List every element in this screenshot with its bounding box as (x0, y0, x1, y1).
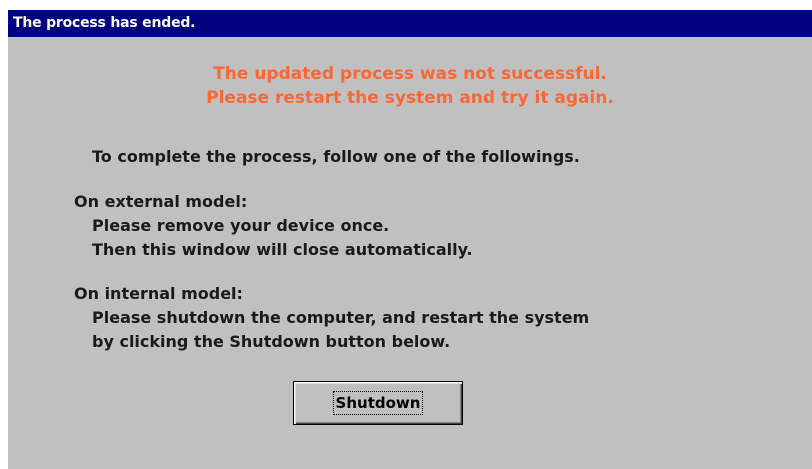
instruction-text: To complete the process, follow one of t… (92, 147, 580, 166)
shutdown-button-label: Shutdown (332, 391, 424, 415)
error-message-line-1: The updated process was not successful. (213, 64, 607, 84)
external-model-line-2: Then this window will close automaticall… (92, 240, 473, 259)
dialog-title-bar: The process has ended. (8, 10, 812, 37)
internal-model-heading: On internal model: (74, 284, 243, 303)
external-model-line-1: Please remove your device once. (92, 216, 390, 235)
shutdown-button[interactable]: Shutdown (293, 381, 463, 425)
external-model-heading: On external model: (74, 192, 248, 211)
internal-model-line-1: Please shutdown the computer, and restar… (92, 308, 590, 327)
internal-model-line-2: by clicking the Shutdown button below. (92, 332, 451, 351)
error-message-line-2: Please restart the system and try it aga… (206, 88, 614, 108)
